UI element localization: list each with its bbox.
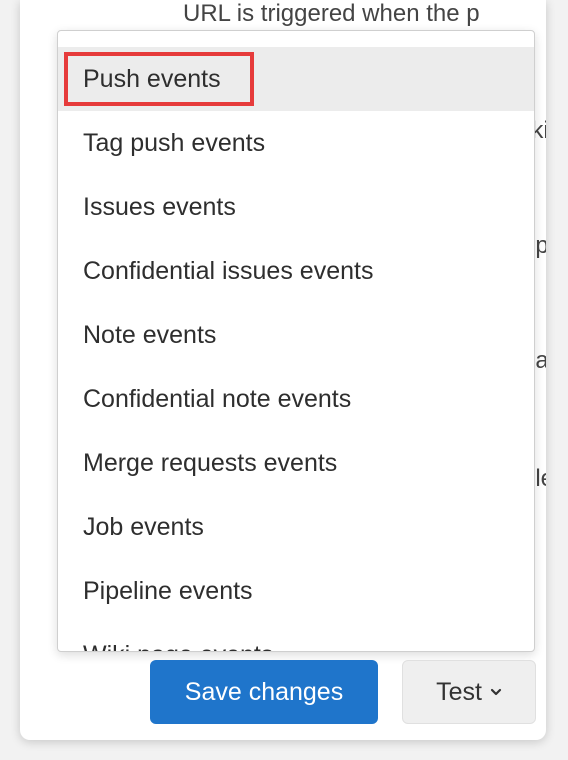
dropdown-item-merge-requests-events[interactable]: Merge requests events <box>58 431 534 495</box>
dropdown-item-push-events[interactable]: Push events <box>58 47 534 111</box>
dropdown-item-label: Push events <box>83 64 221 93</box>
dropdown-item-label: Merge requests events <box>83 448 338 477</box>
dropdown-item-label: Issues events <box>83 192 236 221</box>
dropdown-item-pipeline-events[interactable]: Pipeline events <box>58 559 534 623</box>
event-list: Push events Tag push events Issues event… <box>58 47 534 652</box>
background-description-text: URL is triggered when the p <box>183 0 480 27</box>
dropdown-item-tag-push-events[interactable]: Tag push events <box>58 111 534 175</box>
dropdown-item-label: Tag push events <box>83 128 266 157</box>
dropdown-item-note-events[interactable]: Note events <box>58 303 534 367</box>
dropdown-item-confidential-note-events[interactable]: Confidential note events <box>58 367 534 431</box>
webhook-settings-panel: URL is triggered when the p viki rep rea… <box>20 0 546 740</box>
test-button-label: Test <box>436 677 482 706</box>
dropdown-item-label: Wiki page events <box>83 641 273 652</box>
dropdown-item-label: Job events <box>83 512 204 541</box>
dropdown-item-job-events[interactable]: Job events <box>58 495 534 559</box>
dropdown-item-confidential-issues-events[interactable]: Confidential issues events <box>58 239 534 303</box>
save-changes-button[interactable]: Save changes <box>150 660 378 724</box>
dropdown-item-issues-events[interactable]: Issues events <box>58 175 534 239</box>
chevron-down-icon <box>490 688 502 696</box>
dropdown-item-label: Confidential note events <box>83 384 352 413</box>
dropdown-item-wiki-page-events[interactable]: Wiki page events <box>58 623 534 652</box>
dropdown-item-label: Confidential issues events <box>83 256 374 285</box>
test-event-dropdown: Push events Tag push events Issues event… <box>57 30 535 652</box>
dropdown-item-label: Note events <box>83 320 217 349</box>
test-dropdown-button[interactable]: Test <box>402 660 536 724</box>
dropdown-item-label: Pipeline events <box>83 576 253 605</box>
